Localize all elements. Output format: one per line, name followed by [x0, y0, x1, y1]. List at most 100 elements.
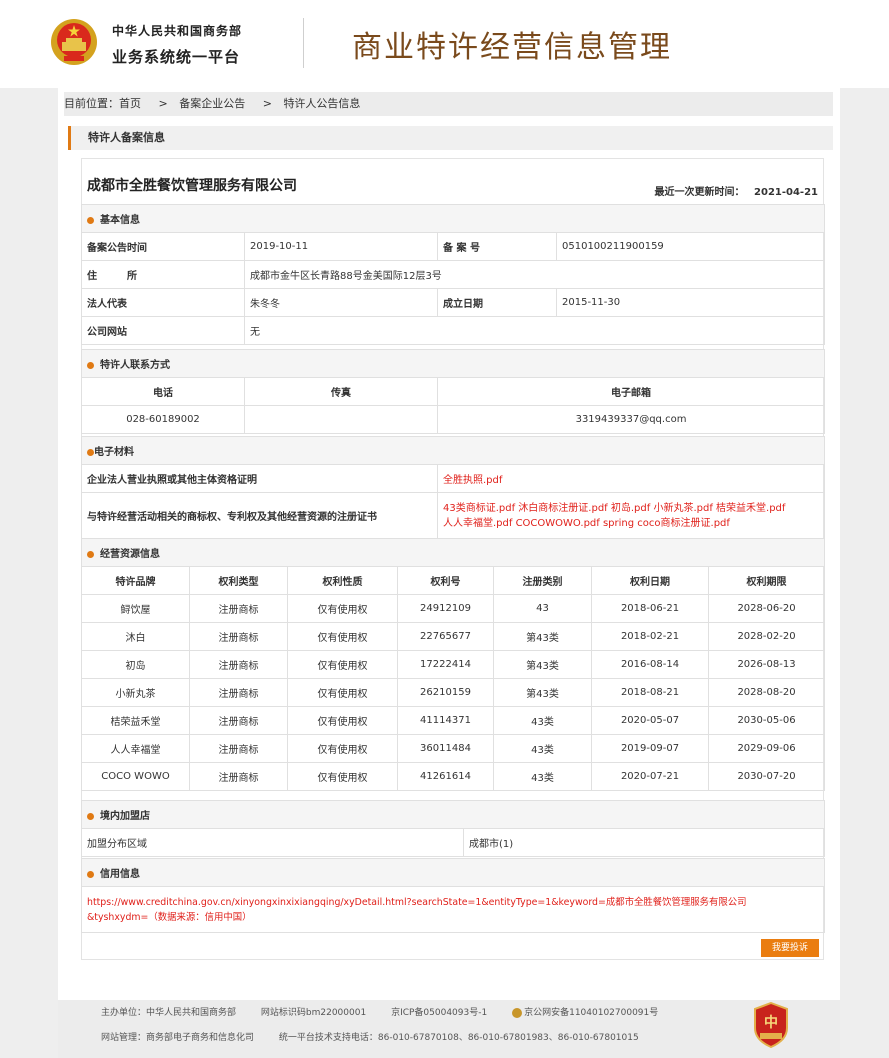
- police-badge-icon: [512, 1007, 523, 1018]
- table-cell: 仅有使用权: [287, 650, 398, 679]
- page-title: 商业特许经营信息管理: [352, 30, 672, 65]
- field-label: 与特许经营活动相关的商标权、专利权及其他经营资源的注册证书: [81, 492, 438, 539]
- table-cell: 人人幸福堂: [81, 734, 190, 763]
- column-header: 注册类别: [493, 566, 592, 595]
- table-cell: 第43类: [493, 650, 592, 679]
- table-cell: 2020-07-21: [591, 762, 709, 791]
- table-cell: 注册商标: [189, 734, 288, 763]
- bullet-icon: [87, 361, 94, 369]
- section-label: 境内加盟店: [100, 811, 150, 822]
- table-cell: 2028-06-20: [708, 594, 825, 623]
- table-cell: 2028-02-20: [708, 622, 825, 651]
- last-updated: 最近一次更新时间： 2021-04-21: [655, 183, 818, 198]
- table-cell: 第43类: [493, 622, 592, 651]
- system-name: 业务系统统一平台: [112, 48, 241, 66]
- table-cell: 2030-05-06: [708, 706, 825, 735]
- field-label: 住 所: [81, 260, 245, 289]
- table-cell: 41114371: [397, 706, 494, 735]
- trademark-files-line[interactable]: 人人幸福堂.pdf COCOWOWO.pdf spring coco商标注册证.…: [443, 516, 819, 531]
- table-row: 鲟饮屋 注册商标 仅有使用权 24912109 43 2018-06-21 2028-06-…: [81, 594, 825, 623]
- credit-link-line[interactable]: &tyshxydm=（数据来源：信用中国）: [87, 910, 819, 925]
- section-label: 经营资源信息: [100, 549, 160, 560]
- section-header-resources: 经营资源信息: [81, 538, 825, 567]
- breadcrumb-prefix: 目前位置：: [64, 97, 119, 110]
- field-label: 备案公告时间: [81, 232, 245, 261]
- footer-site-id: 网站标识码bm22000001: [260, 1008, 367, 1018]
- main-content: 目前位置：首页 > 备案企业公告 > 特许人公告信息 特许人备案信息 成都市全胜…: [58, 88, 840, 1058]
- credit-link[interactable]: https://www.creditchina.gov.cn/xinyongxi…: [81, 886, 825, 933]
- license-file-link[interactable]: 全胜执照.pdf: [437, 464, 825, 493]
- breadcrumb-announcements[interactable]: 备案企业公告: [179, 97, 245, 110]
- footer-police[interactable]: 京公网安备11040102700091号: [512, 1007, 680, 1018]
- table-cell: COCO WOWO: [81, 762, 190, 791]
- section-label: 特许人联系方式: [100, 360, 170, 371]
- table-cell: 仅有使用权: [287, 678, 398, 707]
- party-gov-badge-icon[interactable]: 中: [753, 1002, 789, 1048]
- table-cell: 2019-09-07: [591, 734, 709, 763]
- section-header-materials: 电子材料: [81, 436, 825, 465]
- table-cell: 鲟饮屋: [81, 594, 190, 623]
- table-cell: 注册商标: [189, 678, 288, 707]
- table-cell: 2029-09-06: [708, 734, 825, 763]
- national-emblem-icon: [51, 19, 97, 65]
- company-name: 成都市全胜餐饮管理服务有限公司: [87, 178, 297, 194]
- page-header: 中华人民共和国商务部 业务系统统一平台 商业特许经营信息管理: [0, 0, 889, 88]
- section-header-contact: 特许人联系方式: [80, 349, 826, 378]
- field-label: 公司网站: [81, 316, 245, 345]
- table-cell: 41261614: [397, 762, 494, 791]
- table-cell: 2020-05-07: [591, 706, 709, 735]
- bullet-icon: [87, 216, 94, 224]
- bullet-icon: [87, 812, 94, 820]
- column-header: 权利性质: [287, 566, 398, 595]
- table-row: 小新丸茶 注册商标 仅有使用权 26210159 第43类 2018-08-21 2028-…: [81, 678, 825, 707]
- breadcrumb-separator: >: [158, 97, 168, 110]
- table-cell: 2026-08-13: [708, 650, 825, 679]
- phone: 028-60189002: [81, 405, 245, 434]
- table-cell: 第43类: [493, 678, 592, 707]
- footer-icp[interactable]: 京ICP备05004093号-1: [391, 1008, 487, 1018]
- breadcrumb-current: 特许人公告信息: [283, 97, 361, 110]
- breadcrumb-home[interactable]: 首页: [119, 97, 141, 110]
- table-row: 人人幸福堂 注册商标 仅有使用权 36011484 43类 2019-09-07 2029-…: [81, 734, 825, 763]
- franchise-table: 境内加盟店 加盟分布区域 成都市(1): [81, 800, 825, 857]
- table-cell: 43类: [493, 706, 592, 735]
- record-panel: 成都市全胜餐饮管理服务有限公司 最近一次更新时间： 2021-04-21 基本信…: [80, 158, 826, 960]
- bullet-icon: [87, 870, 94, 878]
- table-row: 沐白 注册商标 仅有使用权 22765677 第43类 2018-02-21 2028-02…: [81, 622, 825, 651]
- table-cell: 小新丸茶: [81, 678, 190, 707]
- resources-table: 经营资源信息 特许品牌 权利类型 权利性质 权利号 注册类别 权利日期 权利期限 鲟饮屋 注册…: [81, 538, 825, 791]
- breadcrumb-separator: >: [262, 97, 272, 110]
- column-header: 权利日期: [591, 566, 709, 595]
- column-header: 电话: [81, 377, 245, 406]
- basic-info-table: 基本信息 备案公告时间 2019-10-11 备 案 号 05101002119…: [81, 204, 825, 345]
- table-cell: 注册商标: [189, 650, 288, 679]
- table-row: 桔荣益禾堂 注册商标 仅有使用权 41114371 43类 2020-05-07 2030-…: [81, 706, 825, 735]
- credit-link-line[interactable]: https://www.creditchina.gov.cn/xinyongxi…: [87, 895, 819, 910]
- table-cell: 24912109: [397, 594, 494, 623]
- website: 无: [244, 316, 825, 345]
- trademark-files-line[interactable]: 43类商标证.pdf 沐白商标注册证.pdf 初岛.pdf 小新丸茶.pdf 桔…: [443, 501, 819, 516]
- footer-police-text: 京公网安备11040102700091号: [524, 1008, 659, 1018]
- credit-table: 信用信息 https://www.creditchina.gov.cn/xiny…: [81, 858, 825, 933]
- footer-manager: 网站管理：商务部电子商务和信息化司: [101, 1033, 255, 1043]
- section-label: 信用信息: [100, 869, 140, 880]
- complaint-button[interactable]: 我要投诉: [761, 939, 819, 957]
- section-header-credit: 信用信息: [81, 858, 825, 887]
- page-footer: 主办单位：中华人民共和国商务部 网站标识码bm22000001 京ICP备050…: [58, 1000, 840, 1058]
- field-label: 法人代表: [81, 288, 245, 317]
- field-label: 备 案 号: [437, 232, 557, 261]
- table-row: 初岛 注册商标 仅有使用权 17222414 第43类 2016-08-14 2026-08…: [81, 650, 825, 679]
- table-cell: 22765677: [397, 622, 494, 651]
- table-cell: 注册商标: [189, 622, 288, 651]
- field-label: 加盟分布区域: [81, 828, 464, 857]
- table-cell: 26210159: [397, 678, 494, 707]
- table-cell: 2016-08-14: [591, 650, 709, 679]
- table-cell: 43: [493, 594, 592, 623]
- field-label: 成立日期: [437, 288, 557, 317]
- breadcrumb: 目前位置：首页 > 备案企业公告 > 特许人公告信息: [64, 92, 833, 116]
- section-label: 基本信息: [100, 215, 140, 226]
- franchise-area: 成都市(1): [463, 828, 825, 857]
- footer-row: 主办单位：中华人民共和国商务部 网站标识码bm22000001 京ICP备050…: [101, 1005, 702, 1018]
- address: 成都市金牛区长青路88号金美国际12层3号: [244, 260, 825, 289]
- table-header-row: 特许品牌 权利类型 权利性质 权利号 注册类别 权利日期 权利期限: [81, 566, 825, 595]
